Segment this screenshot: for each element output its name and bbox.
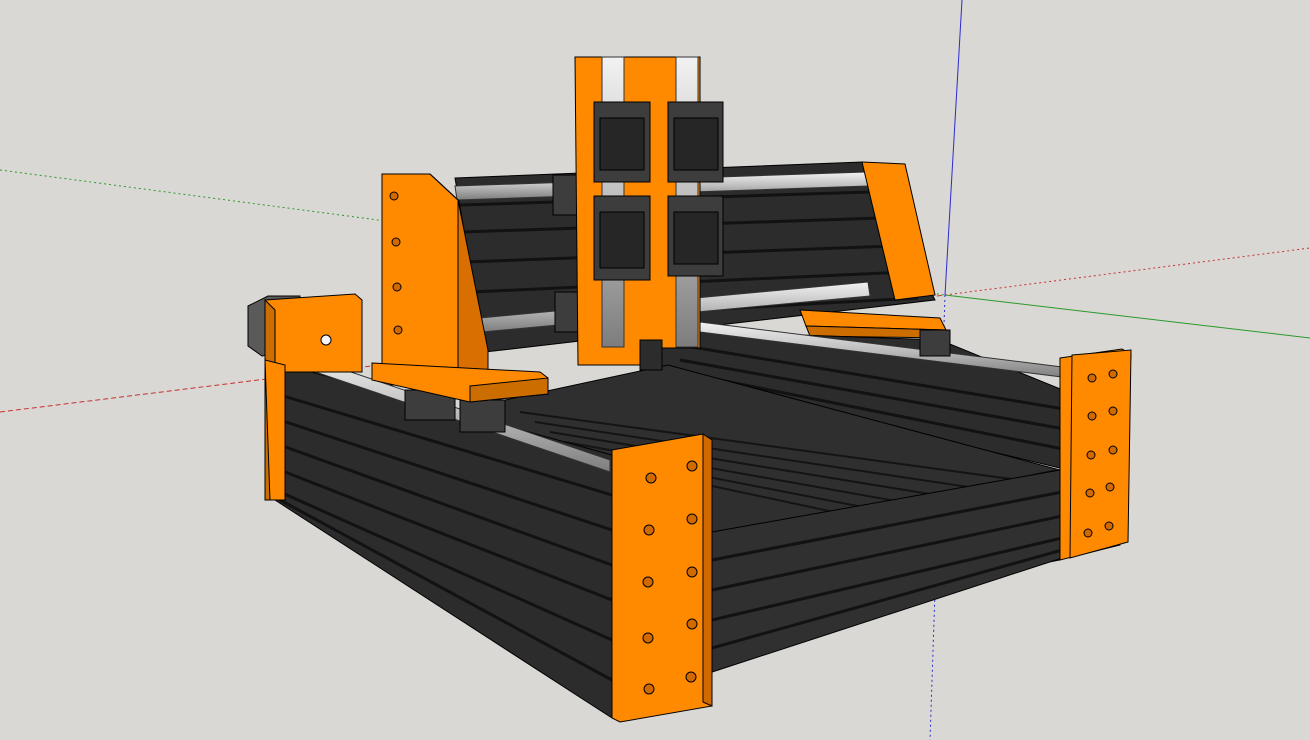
gantry-carriage-left-top — [552, 174, 578, 216]
front-right-end-plate — [1059, 348, 1132, 561]
blue-axis — [944, 0, 963, 296]
model-canvas[interactable] — [0, 0, 1310, 740]
sketchup-viewport[interactable] — [0, 0, 1310, 740]
gantry-carriage-left-bottom — [554, 291, 580, 333]
green-axis-solid — [944, 294, 1310, 339]
red-axis-solid — [944, 247, 1310, 296]
front-left-end-plate — [611, 433, 713, 723]
left-carriage-2 — [459, 399, 506, 433]
